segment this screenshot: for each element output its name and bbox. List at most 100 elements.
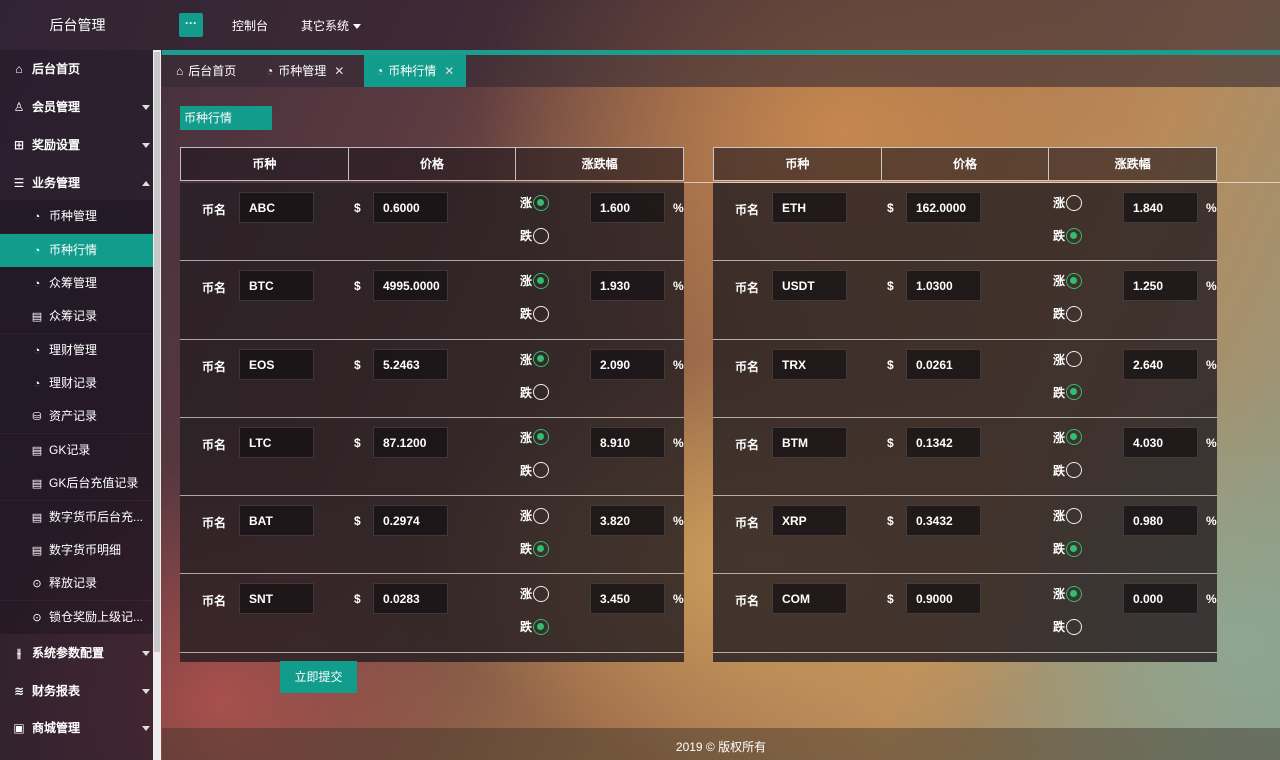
- sidebar-item-rewards[interactable]: ⊞ 奖励设置: [0, 128, 155, 162]
- radio-down[interactable]: 跌: [1053, 384, 1083, 401]
- change-input[interactable]: 8.910: [590, 426, 665, 458]
- coin-name-input[interactable]: BTC: [239, 270, 314, 302]
- radio-up[interactable]: 涨: [520, 272, 550, 289]
- radio-circle-icon[interactable]: [1066, 507, 1083, 524]
- change-input[interactable]: 3.450: [590, 583, 665, 615]
- price-input[interactable]: 1.0300: [906, 270, 981, 302]
- radio-circle-icon[interactable]: [533, 507, 550, 524]
- close-icon[interactable]: ✕: [444, 64, 454, 78]
- sidebar-sub-gk-records[interactable]: ▤ GK记录: [0, 434, 155, 467]
- sidebar-sub-finance-records[interactable]: ◔ 理财记录: [0, 367, 155, 400]
- price-input[interactable]: 4995.0000: [373, 270, 448, 302]
- radio-circle-icon[interactable]: [533, 585, 550, 602]
- submit-button[interactable]: 立即提交: [280, 661, 357, 693]
- price-input[interactable]: 0.9000: [906, 583, 981, 615]
- scrollbar-thumb[interactable]: [154, 52, 160, 652]
- price-input[interactable]: 0.0261: [906, 348, 981, 380]
- change-input[interactable]: 1.840: [1123, 192, 1198, 223]
- price-input[interactable]: 0.0283: [373, 583, 448, 615]
- coin-name-input[interactable]: ABC: [239, 192, 314, 223]
- close-icon[interactable]: ✕: [334, 64, 344, 78]
- radio-circle-icon[interactable]: [533, 351, 550, 368]
- radio-circle-icon[interactable]: [533, 272, 550, 289]
- sidebar-item-system-config[interactable]: ⫲ 系统参数配置: [0, 636, 155, 670]
- coin-name-input[interactable]: COM: [772, 583, 847, 615]
- radio-up[interactable]: 涨: [520, 429, 550, 446]
- coin-name-input[interactable]: BTM: [772, 426, 847, 458]
- sidebar-sub-release-records[interactable]: ⊙ 释放记录: [0, 567, 155, 600]
- sidebar-sub-asset-records[interactable]: ⛁ 资产记录: [0, 400, 155, 433]
- sidebar-sub-crowdfunding-records[interactable]: ▤ 众筹记录: [0, 300, 155, 333]
- radio-circle-icon[interactable]: [533, 384, 550, 401]
- radio-up[interactable]: 涨: [1053, 507, 1083, 524]
- radio-down[interactable]: 跌: [520, 462, 550, 479]
- radio-circle-icon[interactable]: [1066, 429, 1083, 446]
- radio-circle-icon[interactable]: [533, 462, 550, 479]
- tab-coin-management[interactable]: ◔ 币种管理 ✕: [254, 55, 356, 87]
- radio-down[interactable]: 跌: [1053, 227, 1083, 244]
- sidebar-sub-gk-recharge[interactable]: ▤ GK后台充值记录: [0, 467, 155, 500]
- radio-circle-icon[interactable]: [1066, 618, 1083, 635]
- radio-circle-icon[interactable]: [533, 540, 550, 557]
- radio-circle-icon[interactable]: [1066, 227, 1083, 244]
- radio-up[interactable]: 涨: [520, 194, 550, 211]
- radio-up[interactable]: 涨: [520, 507, 550, 524]
- sidebar-sub-crypto-details[interactable]: ▤ 数字货币明细: [0, 534, 155, 567]
- radio-circle-icon[interactable]: [1066, 305, 1083, 322]
- change-input[interactable]: 1.600: [590, 192, 665, 223]
- price-input[interactable]: 87.1200: [373, 426, 448, 458]
- radio-down[interactable]: 跌: [1053, 305, 1083, 322]
- radio-down[interactable]: 跌: [1053, 540, 1083, 557]
- coin-name-input[interactable]: SNT: [239, 583, 314, 615]
- price-input[interactable]: 0.3432: [906, 505, 981, 537]
- price-input[interactable]: 0.6000: [373, 192, 448, 223]
- change-input[interactable]: 2.640: [1123, 348, 1198, 380]
- radio-circle-icon[interactable]: [533, 194, 550, 211]
- radio-down[interactable]: 跌: [520, 384, 550, 401]
- price-input[interactable]: 0.1342: [906, 426, 981, 458]
- sidebar-item-finance-reports[interactable]: ≋ 财务报表: [0, 674, 155, 708]
- radio-up[interactable]: 涨: [520, 351, 550, 368]
- radio-down[interactable]: 跌: [520, 305, 550, 322]
- change-input[interactable]: 0.000: [1123, 583, 1198, 615]
- radio-up[interactable]: 涨: [520, 585, 550, 602]
- change-input[interactable]: 2.090: [590, 348, 665, 380]
- coin-name-input[interactable]: EOS: [239, 348, 314, 380]
- change-input[interactable]: 3.820: [590, 505, 665, 537]
- radio-down[interactable]: 跌: [520, 618, 550, 635]
- menu-toggle-button[interactable]: ···: [179, 13, 203, 37]
- price-input[interactable]: 0.2974: [373, 505, 448, 537]
- radio-up[interactable]: 涨: [1053, 429, 1083, 446]
- change-input[interactable]: 1.930: [590, 270, 665, 302]
- radio-circle-icon[interactable]: [1066, 194, 1083, 211]
- sidebar-item-members[interactable]: ♙ 会员管理: [0, 90, 155, 124]
- change-input[interactable]: 4.030: [1123, 426, 1198, 458]
- sidebar-item-home[interactable]: ⌂ 后台首页: [0, 52, 155, 86]
- radio-circle-icon[interactable]: [1066, 384, 1083, 401]
- radio-circle-icon[interactable]: [1066, 540, 1083, 557]
- coin-name-input[interactable]: LTC: [239, 426, 314, 458]
- coin-name-input[interactable]: TRX: [772, 348, 847, 380]
- other-systems-dropdown[interactable]: 其它系统: [301, 17, 362, 34]
- sidebar-sub-lock-reward[interactable]: ⊙ 锁仓奖励上级记...: [0, 601, 155, 634]
- price-input[interactable]: 5.2463: [373, 348, 448, 380]
- radio-down[interactable]: 跌: [520, 227, 550, 244]
- sidebar-scrollbar[interactable]: [153, 50, 161, 760]
- change-input[interactable]: 1.250: [1123, 270, 1198, 302]
- sidebar-sub-crowdfunding[interactable]: ◔ 众筹管理: [0, 267, 155, 300]
- radio-circle-icon[interactable]: [533, 227, 550, 244]
- tab-coin-market[interactable]: ◔ 币种行情 ✕: [364, 55, 467, 87]
- radio-circle-icon[interactable]: [533, 618, 550, 635]
- radio-down[interactable]: 跌: [1053, 618, 1083, 635]
- tab-home[interactable]: ⌂ 后台首页: [164, 55, 248, 87]
- radio-circle-icon[interactable]: [533, 305, 550, 322]
- radio-circle-icon[interactable]: [1066, 272, 1083, 289]
- radio-circle-icon[interactable]: [1066, 462, 1083, 479]
- price-input[interactable]: 162.0000: [906, 192, 981, 223]
- sidebar-sub-finance-management[interactable]: ◔ 理财管理: [0, 334, 155, 367]
- coin-name-input[interactable]: ETH: [772, 192, 847, 223]
- coin-name-input[interactable]: USDT: [772, 270, 847, 302]
- coin-name-input[interactable]: BAT: [239, 505, 314, 537]
- radio-down[interactable]: 跌: [520, 540, 550, 557]
- change-input[interactable]: 0.980: [1123, 505, 1198, 537]
